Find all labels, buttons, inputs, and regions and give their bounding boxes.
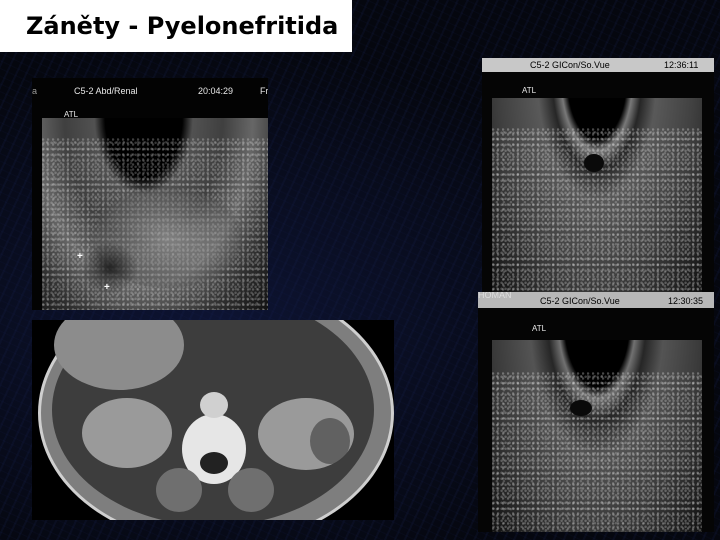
us1-caliper-1: +	[77, 251, 83, 262]
ultrasound-image-bottom-right: HOMAN C5-2 GICon/So.Vue 12:30:35 ATL	[478, 292, 714, 532]
us1-mark: a	[32, 86, 38, 96]
slide-title: Záněty - Pyelonefritida	[0, 0, 352, 52]
us2-time: 12:36:11	[664, 60, 699, 70]
us1-probe-label: C5-2 Abd/Renal	[74, 86, 138, 96]
us3-time: 12:30:35	[668, 296, 704, 306]
us1-tag: Fr	[260, 86, 268, 96]
us2-hypoechoic-focus	[584, 154, 604, 172]
us3-speckle	[492, 372, 702, 532]
us2-speckle	[492, 128, 702, 292]
ct-kidney-right	[82, 398, 172, 468]
ct-kidney-left-lesion	[310, 418, 350, 464]
ct-psoas-left	[228, 468, 274, 512]
ct-aorta	[200, 392, 228, 418]
ct-psoas-right	[156, 468, 202, 512]
ultrasound-image-renal: a C5-2 Abd/Renal 20:04:29 Fr ATL + +	[32, 78, 268, 310]
us2-brand-logo: ATL	[522, 86, 537, 95]
us3-left-tag: HOMAN	[478, 292, 512, 300]
ultrasound-image-top-right: C5-2 GICon/So.Vue 12:36:11 ATL	[482, 58, 714, 292]
us3-brand-logo: ATL	[532, 324, 547, 333]
us2-probe-label: C5-2 GICon/So.Vue	[530, 60, 610, 70]
us1-caliper-2: +	[104, 282, 110, 293]
us1-time: 20:04:29	[198, 86, 234, 96]
ct-axial-image	[32, 320, 394, 520]
ct-spinal-canal	[200, 452, 228, 474]
us3-probe-label: C5-2 GICon/So.Vue	[540, 296, 620, 306]
us3-hypoechoic-focus	[570, 400, 592, 416]
